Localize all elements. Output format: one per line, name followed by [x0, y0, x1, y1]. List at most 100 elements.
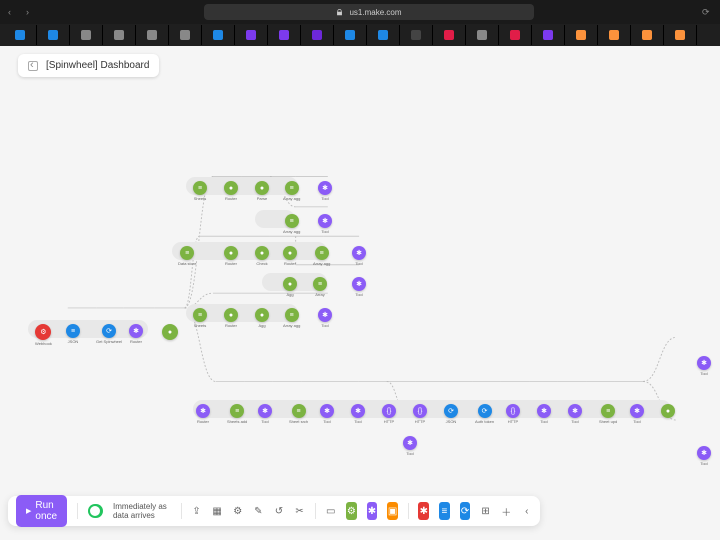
module-node[interactable]: ●: [162, 324, 178, 340]
browser-tab[interactable]: [136, 25, 169, 45]
module-node[interactable]: ✱Tool: [318, 308, 332, 328]
module-icon: ✱: [318, 214, 332, 228]
module-node[interactable]: ●Router: [224, 181, 238, 201]
module-icon: ⚙: [35, 324, 51, 340]
error-handler-button[interactable]: ✱: [418, 502, 429, 520]
url-bar[interactable]: us1.make.com: [204, 4, 534, 20]
more-apps-button[interactable]: ⊞: [480, 502, 491, 520]
module-node[interactable]: ✱Tool: [318, 214, 332, 234]
module-node[interactable]: ≡Array agg: [283, 181, 300, 201]
module-node[interactable]: ≡Sheets: [193, 308, 207, 328]
calendar-button[interactable]: ▦: [212, 502, 223, 520]
browser-tab[interactable]: [598, 25, 631, 45]
browser-tab[interactable]: [433, 25, 466, 45]
browser-tab[interactable]: [202, 25, 235, 45]
module-node[interactable]: ≡Sheet srch: [289, 404, 308, 424]
module-node[interactable]: ✱Tool: [403, 436, 417, 456]
module-node[interactable]: ≡Sheets add: [227, 404, 247, 424]
dev-tool-button[interactable]: ▣: [387, 502, 398, 520]
module-node[interactable]: ✱Router: [129, 324, 143, 344]
module-node[interactable]: ⟳Auth token: [475, 404, 494, 424]
module-node[interactable]: ✱Tool: [630, 404, 644, 424]
module-node[interactable]: ≡Sheet upd: [599, 404, 617, 424]
module-node[interactable]: ✱Tool: [352, 246, 366, 266]
module-label: Tool: [321, 229, 328, 234]
browser-tab[interactable]: [400, 25, 433, 45]
module-node[interactable]: ✱Tool: [568, 404, 582, 424]
module-node[interactable]: ✱Tool: [537, 404, 551, 424]
align-button[interactable]: ▭: [325, 502, 336, 520]
browser-tab[interactable]: [103, 25, 136, 45]
module-node[interactable]: ≡Array agg: [313, 246, 330, 266]
reload-icon[interactable]: ⟳: [702, 7, 712, 17]
browser-tab[interactable]: [565, 25, 598, 45]
collapse-toolbar-icon[interactable]: ‹: [522, 502, 533, 520]
browser-tab[interactable]: [37, 25, 70, 45]
tools-button[interactable]: ✂: [294, 502, 305, 520]
module-node[interactable]: ⟳JSON: [444, 404, 458, 424]
module-node[interactable]: ●Agg: [255, 308, 269, 328]
tab-favicon: [213, 30, 223, 40]
module-node[interactable]: ≡Array: [313, 277, 327, 297]
browser-tab[interactable]: [532, 25, 565, 45]
data-store-button[interactable]: ≡: [439, 502, 450, 520]
browser-tab[interactable]: [367, 25, 400, 45]
browser-tab[interactable]: [169, 25, 202, 45]
settings-button[interactable]: ⚙: [232, 502, 243, 520]
explain-flow-button[interactable]: ⚙: [346, 502, 357, 520]
module-node[interactable]: ✱Tool: [697, 356, 711, 376]
module-node[interactable]: ●: [661, 404, 675, 418]
add-module-button[interactable]: ＋: [501, 502, 512, 520]
module-node[interactable]: ⚙Webhook: [35, 324, 52, 346]
auto-align-button[interactable]: ✱: [367, 502, 378, 520]
module-node[interactable]: ✱Tool: [320, 404, 334, 424]
keys-button[interactable]: ⟳: [460, 502, 471, 520]
tab-favicon: [114, 30, 124, 40]
browser-tab[interactable]: [4, 25, 37, 45]
module-node[interactable]: ✱Tool: [258, 404, 272, 424]
module-node[interactable]: {}HTTP: [413, 404, 427, 424]
module-icon: ≡: [313, 277, 327, 291]
browser-tab[interactable]: [466, 25, 499, 45]
tab-favicon: [246, 30, 256, 40]
module-node[interactable]: ≡JSON: [66, 324, 80, 344]
module-node[interactable]: ≡Sheets: [193, 181, 207, 201]
undo-button[interactable]: ↺: [274, 502, 285, 520]
module-node[interactable]: ✱Router: [196, 404, 210, 424]
module-node[interactable]: ≡Array agg: [283, 308, 300, 328]
browser-tab[interactable]: [235, 25, 268, 45]
module-node[interactable]: {}HTTP: [382, 404, 396, 424]
module-node[interactable]: ●Check: [255, 246, 269, 266]
browser-tab[interactable]: [334, 25, 367, 45]
nav-back-icon[interactable]: ‹: [8, 7, 18, 17]
module-node[interactable]: ●Router: [283, 246, 297, 266]
browser-tab[interactable]: [301, 25, 334, 45]
module-node[interactable]: ●Router: [224, 308, 238, 328]
module-node[interactable]: ✱Tool: [351, 404, 365, 424]
browser-chrome: ‹ › us1.make.com ⟳: [0, 0, 720, 24]
module-label: Get Spinwheel: [96, 339, 122, 344]
module-node[interactable]: ✱Tool: [697, 446, 711, 466]
module-node[interactable]: ●Parse: [255, 181, 269, 201]
notes-button[interactable]: ✎: [253, 502, 264, 520]
schedule-toggle[interactable]: [88, 504, 103, 518]
browser-tab[interactable]: [268, 25, 301, 45]
browser-tab[interactable]: [631, 25, 664, 45]
module-node[interactable]: ✱Tool: [352, 277, 366, 297]
browser-tab[interactable]: [499, 25, 532, 45]
module-node[interactable]: ⟳Get Spinwheel: [96, 324, 122, 344]
module-node[interactable]: {}HTTP: [506, 404, 520, 424]
browser-tab[interactable]: [70, 25, 103, 45]
browser-tab[interactable]: [664, 25, 697, 45]
export-button[interactable]: ⇪: [191, 502, 202, 520]
module-node[interactable]: ≡Data store: [178, 246, 196, 266]
module-label: Tool: [355, 261, 362, 266]
module-node[interactable]: ✱Tool: [318, 181, 332, 201]
run-once-button[interactable]: Run once: [16, 495, 67, 527]
scenario-canvas[interactable]: ⚙Webhook ≡JSON ⟳Get Spinwheel ✱Router ● ≡Shee…: [0, 46, 720, 500]
module-node[interactable]: ●Router: [224, 246, 238, 266]
nav-fwd-icon[interactable]: ›: [26, 7, 36, 17]
module-label: HTTP: [508, 419, 518, 424]
module-node[interactable]: ●Agg: [283, 277, 297, 297]
module-node[interactable]: ≡Array agg: [283, 214, 300, 234]
